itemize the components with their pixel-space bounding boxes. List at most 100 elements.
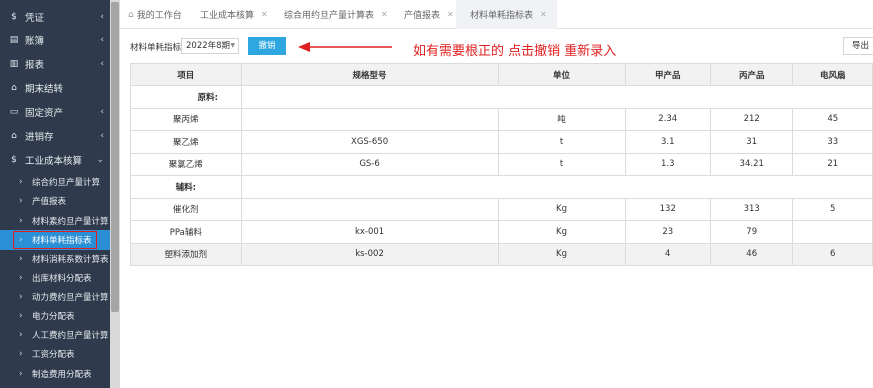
sidebar-item-label: 工业成本核算 bbox=[25, 156, 83, 167]
table-row[interactable]: 聚乙烯 XGS-650 t 3.1 31 33 bbox=[130, 130, 873, 154]
table-row[interactable]: 聚氯乙烯 GS-6 t 1.3 34.21 21 bbox=[130, 152, 873, 176]
cell-unit: t bbox=[497, 130, 626, 154]
cell-fan: 5 bbox=[792, 197, 873, 221]
cell-fan: 33 bbox=[792, 130, 873, 154]
table-row[interactable]: 塑料添加剂 ks-002 Kg 4 46 6 bbox=[130, 242, 873, 266]
section-blank bbox=[240, 175, 873, 199]
cell-item: 聚氯乙烯 bbox=[130, 152, 242, 176]
sidebar-subitem-label: 动力费约旦产量计算 bbox=[32, 293, 109, 303]
chevron-down-icon: ⌄ bbox=[96, 155, 104, 165]
table-row[interactable]: PPa辅料 kx-001 Kg 23 79 bbox=[130, 220, 873, 244]
cell-fan: 21 bbox=[792, 152, 873, 176]
chevron-right-icon: › bbox=[19, 216, 23, 226]
cell-fan: 45 bbox=[792, 107, 873, 131]
close-icon[interactable]: ✕ bbox=[540, 10, 547, 19]
sidebar-item-inventory[interactable]: ⌂ 进销存 ‹ bbox=[0, 125, 110, 147]
sidebar-item-voucher[interactable]: $ 凭证 ‹ bbox=[0, 6, 110, 28]
cell-fan bbox=[792, 220, 873, 244]
chevron-left-icon: ‹ bbox=[100, 59, 104, 69]
cell-item: PPa辅料 bbox=[130, 220, 242, 244]
chevron-right-icon: › bbox=[19, 311, 23, 321]
tab-label: 综合用约旦产量计算表 bbox=[284, 11, 375, 21]
sidebar-subitem-label: 制造费用分配表 bbox=[32, 370, 92, 380]
chevron-left-icon: ‹ bbox=[100, 107, 104, 117]
cell-unit: Kg bbox=[497, 242, 626, 266]
table-header-row: 项目 规格型号 单位 甲产品 丙产品 电风扇 bbox=[130, 63, 873, 86]
toolbar-label: 材料单耗指标 bbox=[130, 43, 182, 53]
period-select[interactable]: 2022年8期 ▼ bbox=[181, 38, 239, 54]
sidebar-subitem[interactable]: › 动力费约旦产量计算 bbox=[0, 287, 110, 307]
header-item: 项目 bbox=[130, 63, 242, 86]
cell-unit: Kg bbox=[497, 197, 626, 221]
table-row[interactable]: 聚丙烯 吨 2.34 212 45 bbox=[130, 107, 873, 131]
sidebar-item-label: 报表 bbox=[25, 60, 45, 71]
tab-bar: ⌂ 我的工作台 工业成本核算 ✕ 综合用约旦产量计算表 ✕ 产值报表 ✕ 材料单… bbox=[120, 0, 873, 29]
sidebar-subitem[interactable]: › 出库材料分配表 bbox=[0, 268, 110, 288]
header-spec: 规格型号 bbox=[240, 63, 499, 86]
tab-output-value-report[interactable]: 产值报表 ✕ bbox=[404, 0, 454, 29]
sidebar-item-label: 期末结转 bbox=[25, 84, 64, 95]
cell-product-a: 4 bbox=[624, 242, 711, 266]
sidebar-subitem[interactable]: › 材料素约旦产量计算 bbox=[0, 211, 110, 231]
cell-unit: 吨 bbox=[497, 107, 626, 131]
tab-equivalent-output[interactable]: 综合用约旦产量计算表 ✕ bbox=[284, 0, 388, 29]
cell-product-c: 31 bbox=[709, 130, 794, 154]
chevron-right-icon: › bbox=[19, 273, 23, 283]
sidebar-subitem[interactable]: › 人工费约旦产量计算 bbox=[0, 325, 110, 345]
home-icon: ⌂ bbox=[128, 9, 134, 20]
cell-product-a: 2.34 bbox=[624, 107, 711, 131]
chevron-left-icon: ‹ bbox=[100, 35, 104, 45]
sidebar-subitem[interactable]: › 产值报表 bbox=[0, 191, 110, 211]
cell-product-c: 212 bbox=[709, 107, 794, 131]
sidebar-subitem[interactable]: › 电力分配表 bbox=[0, 306, 110, 326]
sidebar-item-fixed-assets[interactable]: ▭ 固定资产 ‹ bbox=[0, 101, 110, 123]
export-button[interactable]: 导出 bbox=[843, 37, 873, 55]
sidebar-item-cost-accounting[interactable]: $ 工业成本核算 ⌄ bbox=[0, 149, 110, 171]
undo-button[interactable]: 撤销 bbox=[248, 37, 286, 55]
table-row[interactable]: 催化剂 Kg 132 313 5 bbox=[130, 197, 873, 221]
cell-spec: ks-002 bbox=[240, 242, 499, 266]
cell-item: 塑料添加剂 bbox=[130, 242, 242, 266]
sidebar-scrollbar[interactable] bbox=[110, 0, 120, 388]
tab-cost-accounting[interactable]: 工业成本核算 ✕ bbox=[200, 0, 268, 29]
tab-label: 我的工作台 bbox=[136, 11, 182, 21]
table-section-row: 辅料: bbox=[130, 175, 873, 199]
chevron-right-icon: › bbox=[19, 349, 23, 359]
chevron-left-icon: ‹ bbox=[100, 12, 104, 22]
highlight-box bbox=[13, 231, 97, 249]
inventory-icon: ⌂ bbox=[11, 131, 17, 141]
scrollbar-thumb[interactable] bbox=[111, 2, 119, 312]
sidebar-item-ledger[interactable]: ▤ 账簿 ‹ bbox=[0, 29, 110, 51]
chevron-right-icon: › bbox=[19, 292, 23, 302]
header-product-c: 丙产品 bbox=[709, 63, 794, 86]
table-section-row: 原料: bbox=[130, 85, 873, 109]
sidebar-subitem[interactable]: › 工资分配表 bbox=[0, 344, 110, 364]
chevron-left-icon: ‹ bbox=[100, 131, 104, 141]
cell-spec: GS-6 bbox=[240, 152, 499, 176]
sidebar-item-reports[interactable]: ▥ 报表 ‹ bbox=[0, 53, 110, 75]
monitor-icon: ▭ bbox=[9, 107, 19, 117]
sidebar-subitem[interactable]: › 材料消耗系数计算表 bbox=[0, 249, 110, 269]
close-icon[interactable]: ✕ bbox=[261, 10, 268, 19]
sidebar-item-label: 凭证 bbox=[25, 13, 45, 24]
close-icon[interactable]: ✕ bbox=[381, 10, 388, 19]
sidebar-subitem-label: 电力分配表 bbox=[32, 312, 75, 322]
sidebar-subitem-label: 材料消耗系数计算表 bbox=[32, 255, 109, 265]
sidebar-item-label: 固定资产 bbox=[25, 108, 64, 119]
cell-product-c: 34.21 bbox=[709, 152, 794, 176]
annotation-text: 如有需要根正的 点击撤销 重新录入 bbox=[413, 44, 617, 59]
sidebar-item-label: 进销存 bbox=[25, 132, 54, 143]
sidebar-subitem[interactable]: › 制造费用分配表 bbox=[0, 364, 110, 384]
close-icon[interactable]: ✕ bbox=[447, 10, 454, 19]
tab-material-consumption[interactable]: 材料单耗指标表 ✕ bbox=[456, 0, 557, 29]
sidebar-subitem-label: 产值报表 bbox=[32, 197, 67, 207]
sidebar-subitem[interactable]: › 综合约旦产量计算 bbox=[0, 172, 110, 192]
sidebar-item-period-end[interactable]: ⌂ 期末结转 bbox=[0, 77, 110, 99]
cell-unit: t bbox=[497, 152, 626, 176]
chevron-right-icon: › bbox=[19, 254, 23, 264]
tab-home[interactable]: ⌂ 我的工作台 bbox=[128, 0, 182, 29]
material-consumption-table: 项目 规格型号 单位 甲产品 丙产品 电风扇 原料: 聚丙烯 吨 2.34 21… bbox=[130, 63, 873, 266]
cell-spec: kx-001 bbox=[240, 220, 499, 244]
cell-product-a: 3.1 bbox=[624, 130, 711, 154]
cell-spec bbox=[240, 197, 499, 221]
